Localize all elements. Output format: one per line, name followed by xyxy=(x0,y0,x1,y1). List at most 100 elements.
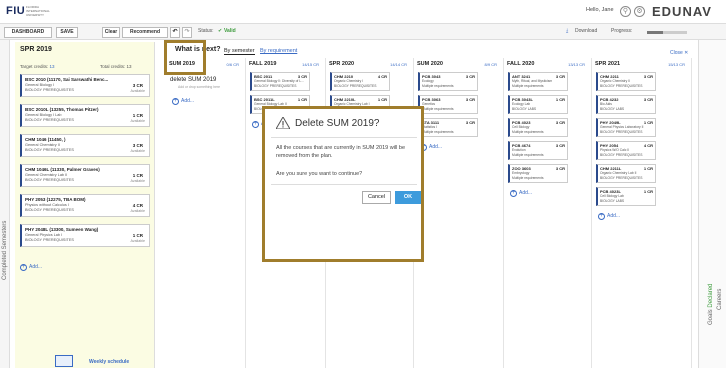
current-course-card[interactable]: PHY 2048L (13300, Sumeen Wang) General Ph… xyxy=(20,224,150,247)
current-course-card[interactable]: BSC 2010L (13255, Thomas Pitzer) General … xyxy=(20,104,150,127)
add-label: Add... xyxy=(181,98,195,104)
course-requirement: BIOLOGY PREREQUISITES xyxy=(25,178,74,182)
semester-credits: 14/15 CR xyxy=(302,62,319,67)
course-requirement: Multiple requirements xyxy=(422,130,454,134)
course-card[interactable]: PHY 2049L 1 CR General Physics Laboratory … xyxy=(596,118,656,137)
download-icon[interactable]: ⤓ xyxy=(566,28,568,34)
course-card[interactable]: STA 31113 CRStatistics IMultiple require… xyxy=(418,118,478,137)
progress-fill xyxy=(647,31,663,34)
course-requirement: Multiple requirements xyxy=(512,176,544,180)
course-requirement: BIOLOGY PREREQUISITES xyxy=(254,84,297,88)
course-name: Ecology Lab xyxy=(512,102,531,106)
status-valid-icon: ✔ xyxy=(218,28,223,34)
top-bar: FIU FLORIDA INTERNATIONAL UNIVERSITY Hel… xyxy=(0,0,726,24)
dialog-divider-bottom xyxy=(271,184,417,185)
calendar-icon[interactable] xyxy=(55,355,73,367)
current-course-card[interactable]: BSC 2010 (11170, Sai Sarswathi Benc... Ge… xyxy=(20,74,150,97)
add-course-link[interactable]: +Add... xyxy=(20,264,42,271)
cancel-button[interactable]: Cancel xyxy=(362,191,391,204)
course-card[interactable]: PCB 4674 3 CR Evolution Multiple requiremen… xyxy=(508,141,568,160)
clear-button[interactable]: Clear xyxy=(102,27,120,38)
careers-label[interactable]: Careers xyxy=(717,289,723,310)
course-name: Physics without Calculus I xyxy=(25,203,69,207)
semester-column: SUM 2019 0/6 CR delete SUM 2019 Add or drop… xyxy=(166,58,246,368)
course-card[interactable]: ANT 3241 3 CR Myth, Ritual, and Mysticism M… xyxy=(508,72,568,91)
course-credits: 3 CR xyxy=(465,120,475,125)
add-course-link[interactable]: +Add... xyxy=(598,213,620,220)
course-requirement: Multiple requirements xyxy=(512,153,544,157)
course-card[interactable]: PCB 4232 3 CR Bio Aids BIOLOGY LABS xyxy=(596,95,656,114)
semester-title: SPR 2020 xyxy=(329,61,355,67)
fiu-logo: FIU xyxy=(6,5,26,17)
course-name: Organic Chemistry I xyxy=(334,79,364,83)
course-card[interactable]: BSC 2011 3 CR General Biology II: Diversit… xyxy=(250,72,310,91)
course-credits: 3 CR xyxy=(132,143,143,148)
course-credits: 1 CR xyxy=(643,189,653,194)
add-label: Add... xyxy=(519,190,533,196)
goals-label[interactable]: Goals Declared xyxy=(708,284,714,325)
course-card[interactable]: CHM 2211 3 CR Organic Chemistry II BIOLOGY … xyxy=(596,72,656,91)
course-card[interactable]: PCB 4023 3 CR Cell Biology Multiple require… xyxy=(508,118,568,137)
course-card[interactable]: PCB 3043L 1 CR Ecology Lab BIOLOGY LABS xyxy=(508,95,568,114)
course-credits: 1 CR xyxy=(132,113,143,118)
course-requirement: Multiple requirements xyxy=(512,84,544,88)
course-credits: 4 CR xyxy=(643,143,653,148)
course-credits: 3 CR xyxy=(643,74,653,79)
search-icon[interactable]: ⚲ xyxy=(620,6,631,17)
completed-semesters-label: Completed Semesters xyxy=(2,220,8,280)
course-name: Cell Biology Lab xyxy=(600,194,624,198)
course-code: CHM 1046 (11450, ) xyxy=(25,137,66,142)
dialog-divider xyxy=(271,137,417,138)
current-course-card[interactable]: PHY 2053 (12275, TBA BOM) Physics without… xyxy=(20,194,150,217)
dashboard-button[interactable]: DASHBOARD xyxy=(4,27,52,38)
ok-button[interactable]: OK xyxy=(395,191,421,204)
semester-column: SPR 2021 15/13 CR CHM 2211 3 CR Organic Chem… xyxy=(592,58,692,368)
course-requirement: BIOLOGY PREREQUISITES xyxy=(600,130,643,134)
add-course-link[interactable]: +Add... xyxy=(172,98,194,105)
course-name: General Biology I Lab xyxy=(25,113,62,117)
course-requirement: BIOLOGY PREREQUISITES xyxy=(25,238,74,242)
course-card[interactable]: CHM 2210 4 CR Organic Chemistry I BIOLOGY P… xyxy=(330,72,390,91)
recommend-button[interactable]: Recommend xyxy=(122,27,168,38)
progress-bar xyxy=(647,31,687,34)
course-card[interactable]: PCB 4023L 1 CR Cell Biology Lab BIOLOGY LAB… xyxy=(596,187,656,206)
toolbar: DASHBOARD SAVE Clear Recommend ↶ ↷ Statu… xyxy=(0,24,726,40)
save-button[interactable]: SAVE xyxy=(56,27,78,38)
current-course-card[interactable]: CHM 1046 (11450, ) General Chemistry II BI… xyxy=(20,134,150,157)
redo-icon[interactable]: ↷ xyxy=(182,27,192,38)
download-link[interactable]: Download xyxy=(575,28,597,34)
add-label: Add... xyxy=(607,213,621,219)
gear-icon[interactable]: ⚙ xyxy=(634,6,645,17)
course-name: General Chemistry Lab II xyxy=(25,173,68,177)
course-requirement: BIOLOGY PREREQUISITES xyxy=(25,208,74,212)
course-requirement: BIOLOGY PREREQUISITES xyxy=(600,176,643,180)
tab-by-semester[interactable]: By semester xyxy=(224,48,255,55)
tab-by-requirement[interactable]: By requirement xyxy=(260,48,297,54)
course-name: Myth, Ritual, and Mysticism xyxy=(512,79,553,83)
course-requirement: BIOLOGY PREREQUISITES xyxy=(25,148,74,152)
semester-credits: 13/13 CR xyxy=(568,62,585,67)
close-planner-button[interactable]: Close ✕ xyxy=(670,50,688,56)
course-requirement: BIOLOGY PREREQUISITES xyxy=(25,88,74,92)
course-card[interactable]: PHY 2054 4 CR Physics W/O Calc II BIOLOGY P… xyxy=(596,141,656,160)
course-card[interactable]: PCB 3063 3 CR Genetics Multiple requirement… xyxy=(418,95,478,114)
course-card[interactable]: CHM 2211L 1 CR Organic Chemistry Lab II BIO… xyxy=(596,164,656,183)
current-course-card[interactable]: CHM 1046L (11330, Palmer Graves) General … xyxy=(20,164,150,187)
semester-column: SUM 2020 8/9 CR PCB 3043 3 CR Ecology Multipl… xyxy=(414,58,504,368)
course-name: General Chemistry II xyxy=(25,143,60,147)
course-availability: Available xyxy=(130,149,145,153)
undo-icon[interactable]: ↶ xyxy=(170,27,180,38)
course-credits: 4 CR xyxy=(132,203,143,208)
completed-semesters-sidebar[interactable]: Completed Semesters xyxy=(0,40,10,368)
course-name: Evolution xyxy=(512,148,526,152)
course-name: Cell Biology xyxy=(512,125,530,129)
add-course-link[interactable]: +Add... xyxy=(510,190,532,197)
course-card[interactable]: PCB 3043 3 CR Ecology Multiple requirements xyxy=(418,72,478,91)
course-code: PHY 2053 (12275, TBA BOM) xyxy=(25,197,86,202)
course-name: Physics W/O Calc II xyxy=(600,148,630,152)
course-card[interactable]: ZOO 3603 3 CR Embryology Multiple requireme… xyxy=(508,164,568,183)
weekly-schedule-link[interactable]: Weekly schedule xyxy=(89,359,129,365)
warning-icon xyxy=(276,117,290,129)
greeting: Hello, Jane xyxy=(586,7,614,13)
course-requirement: Multiple requirements xyxy=(512,130,544,134)
